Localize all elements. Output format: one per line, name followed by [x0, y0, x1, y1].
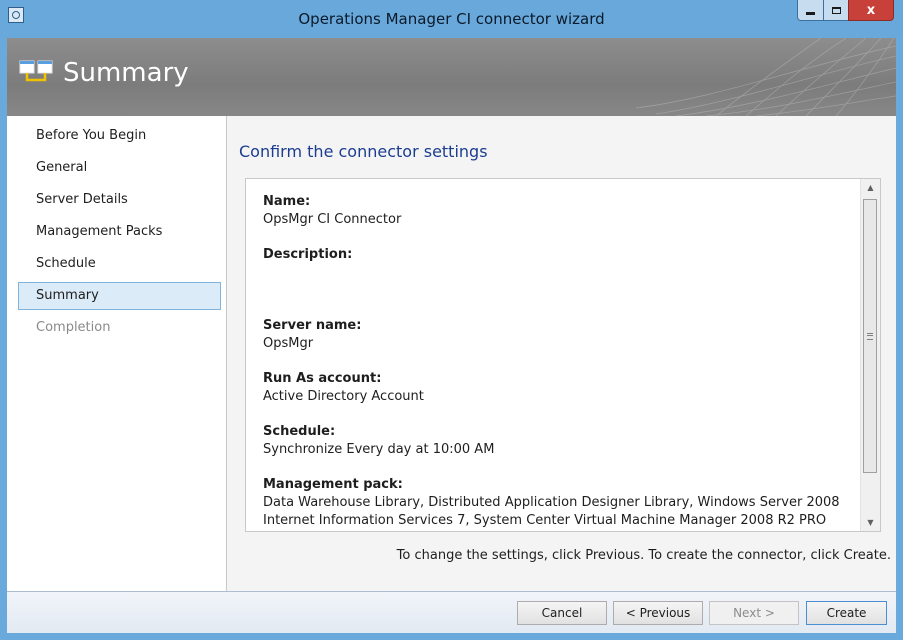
- nav-item-summary[interactable]: Summary: [18, 282, 221, 310]
- scroll-down-icon[interactable]: ▼: [861, 514, 880, 531]
- setting-label: Schedule:: [263, 424, 336, 439]
- settings-list: Name: OpsMgr CI Connector Description: S…: [263, 193, 853, 531]
- setting-value: [263, 264, 853, 300]
- nav-item-general[interactable]: General: [18, 154, 221, 182]
- instruction-text: To change the settings, click Previous. …: [396, 548, 891, 563]
- previous-button[interactable]: < Previous: [613, 601, 703, 625]
- setting-label: Management pack:: [263, 477, 403, 492]
- close-icon: x: [866, 2, 876, 18]
- scroll-up-icon[interactable]: ▲: [861, 179, 880, 196]
- maximize-button[interactable]: [823, 0, 849, 21]
- next-button: Next >: [709, 601, 799, 625]
- nav-item-server-details[interactable]: Server Details: [18, 186, 221, 214]
- nav-item-completion: Completion: [36, 320, 111, 335]
- summary-windows-icon: [19, 60, 53, 82]
- button-bar: Cancel < Previous Next > Create: [7, 591, 896, 633]
- main-pane: Confirm the connector settings Name: Ops…: [227, 116, 896, 591]
- banner-decoration: [636, 38, 896, 116]
- settings-summary-box[interactable]: Name: OpsMgr CI Connector Description: S…: [245, 178, 881, 532]
- setting-label: Server name:: [263, 318, 362, 333]
- title-bar[interactable]: Operations Manager CI connector wizard x: [0, 0, 903, 38]
- close-button[interactable]: x: [848, 0, 894, 21]
- setting-run-as-account: Run As account: Active Directory Account: [263, 370, 853, 406]
- minimize-button[interactable]: [797, 0, 824, 21]
- setting-value: Data Warehouse Library, Distributed Appl…: [263, 495, 840, 510]
- setting-description: Description:: [263, 246, 853, 300]
- nav-item-management-packs[interactable]: Management Packs: [18, 218, 221, 246]
- setting-value: OpsMgr: [263, 336, 314, 351]
- setting-value: Synchronize Every day at 10:00 AM: [263, 442, 495, 457]
- setting-server-name: Server name: OpsMgr: [263, 317, 853, 353]
- scroll-thumb[interactable]: [863, 199, 877, 473]
- create-button[interactable]: Create: [806, 601, 887, 625]
- maximize-icon: [831, 6, 841, 14]
- setting-value: OpsMgr CI Connector: [263, 212, 402, 227]
- minimize-icon: [806, 12, 815, 15]
- grip-icon: [867, 333, 873, 340]
- window-title: Operations Manager CI connector wizard: [298, 10, 605, 28]
- setting-management-pack: Management pack: Data Warehouse Library,…: [263, 476, 853, 530]
- vertical-scrollbar[interactable]: ▲ ▼: [860, 179, 880, 531]
- setting-label: Run As account:: [263, 371, 382, 386]
- nav-item-before-you-begin[interactable]: Before You Begin: [18, 122, 221, 150]
- setting-label: Description:: [263, 247, 353, 262]
- setting-schedule: Schedule: Synchronize Every day at 10:00…: [263, 423, 853, 459]
- wizard-nav: Before You Begin General Server Details …: [7, 116, 227, 591]
- setting-label: Name:: [263, 194, 311, 209]
- setting-value: Active Directory Account: [263, 389, 424, 404]
- cancel-button[interactable]: Cancel: [517, 601, 607, 625]
- wizard-client-area: Summary Before You Begin General Server …: [7, 38, 896, 633]
- page-heading: Confirm the connector settings: [239, 142, 488, 161]
- banner-title: Summary: [63, 58, 189, 88]
- setting-name: Name: OpsMgr CI Connector: [263, 193, 853, 229]
- setting-value-continued: Internet Information Services 7, System …: [263, 513, 827, 528]
- nav-item-schedule[interactable]: Schedule: [18, 250, 221, 278]
- header-banner: Summary: [7, 38, 896, 116]
